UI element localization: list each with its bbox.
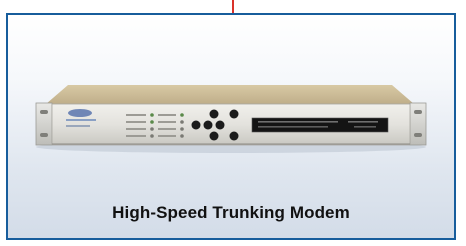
rack-ear-icon	[409, 102, 427, 146]
display-window-icon	[251, 117, 389, 133]
product-caption: High-Speed Trunking Modem	[112, 203, 350, 222]
device-image	[8, 15, 454, 185]
device-top-panel	[46, 85, 414, 104]
product-card: High-Speed Trunking Modem	[6, 13, 456, 240]
rack-ear-icon	[35, 102, 53, 146]
top-accent-tick	[232, 0, 234, 13]
